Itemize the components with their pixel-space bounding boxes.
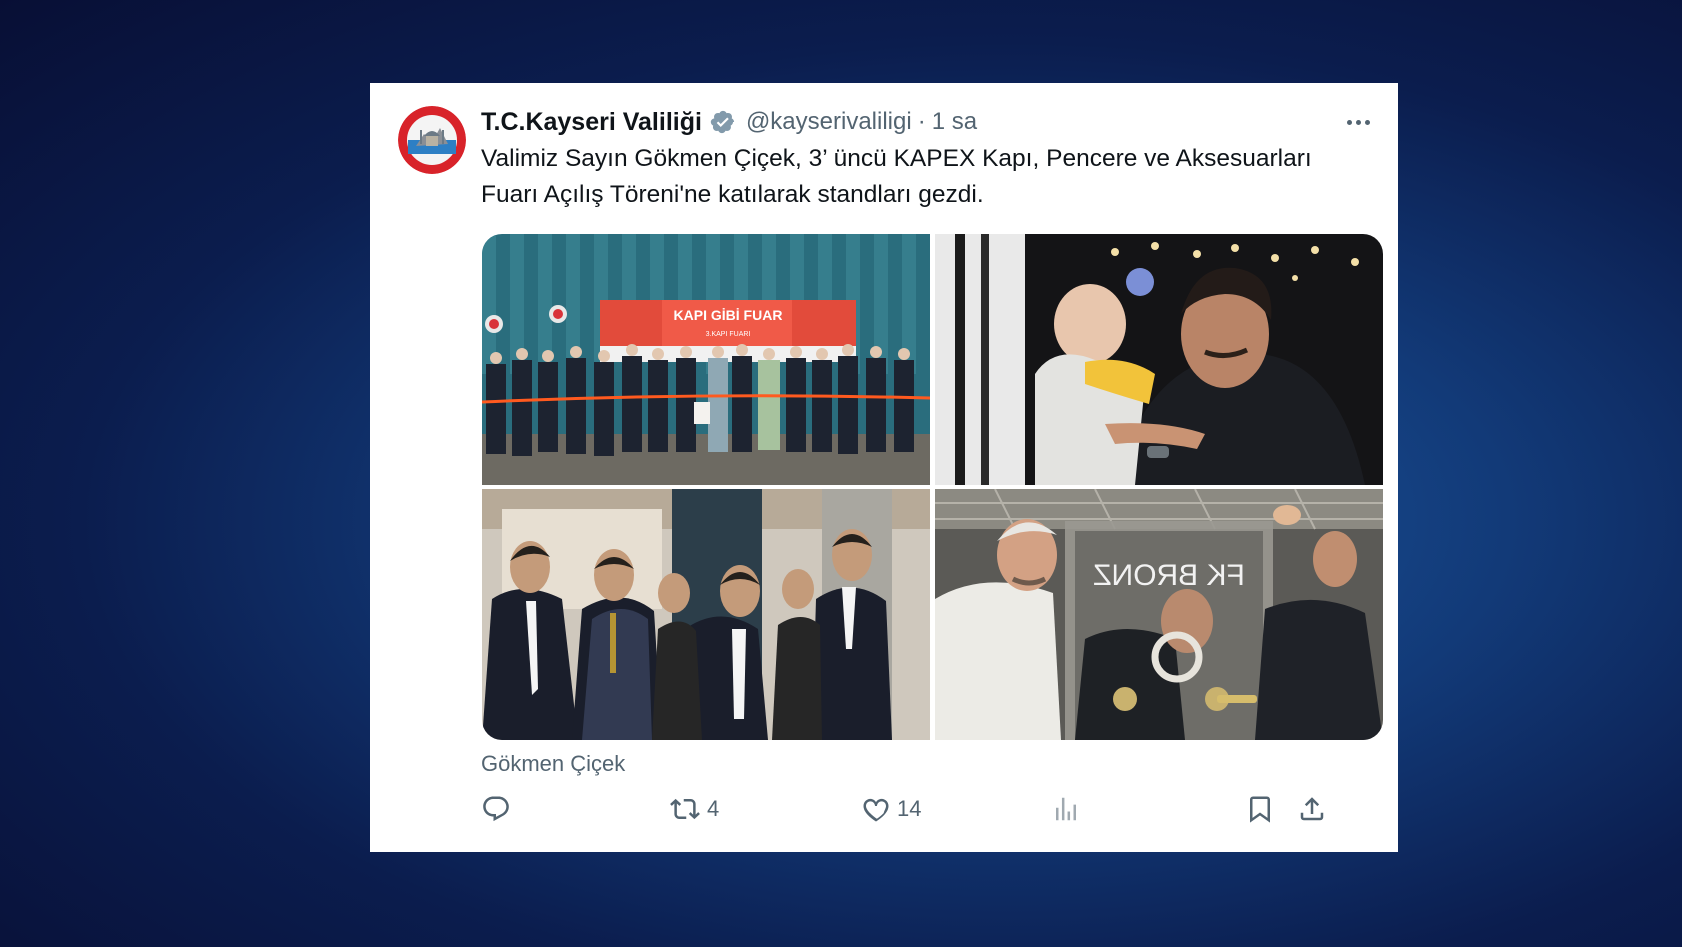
more-icon[interactable] bbox=[1338, 103, 1378, 141]
avatar[interactable] bbox=[398, 106, 466, 174]
separator-dot: · bbox=[917, 108, 926, 135]
tweet-text-line: Valimiz Sayın Gökmen Çiçek, 3’ üncü KAPE… bbox=[481, 145, 1312, 172]
plaque-text: FK BRONZ bbox=[1093, 559, 1245, 592]
reply-button[interactable] bbox=[481, 787, 517, 831]
share-button[interactable] bbox=[1297, 787, 1327, 831]
views-button[interactable] bbox=[1051, 787, 1087, 831]
tweet-text: Valimiz Sayın Gökmen Çiçek, 3’ üncü KAPE… bbox=[481, 141, 1381, 213]
action-bar: 4 14 bbox=[481, 787, 1385, 831]
bookmark-button[interactable] bbox=[1245, 787, 1275, 831]
views-icon bbox=[1051, 794, 1081, 824]
tweet-text-line: Fuarı Açılış Töreni'ne katılarak standla… bbox=[481, 181, 984, 208]
retweet-button[interactable]: 4 bbox=[669, 787, 719, 831]
handle[interactable]: @kayserivaliligi bbox=[746, 108, 912, 136]
avatar-logo bbox=[398, 106, 466, 174]
media-caption[interactable]: Gökmen Çiçek bbox=[481, 751, 625, 777]
media-photo-group-suits[interactable] bbox=[482, 489, 930, 740]
like-button[interactable]: 14 bbox=[861, 787, 921, 831]
retweet-icon bbox=[669, 794, 701, 824]
banner-text: KAPI GİBİ FUAR bbox=[674, 307, 783, 323]
media-grid: KAPI GİBİ FUAR 3.KAPI FUARI FK BRONZ bbox=[482, 234, 1383, 740]
media-photo-ribbon-cutting[interactable]: KAPI GİBİ FUAR 3.KAPI FUARI bbox=[482, 234, 930, 485]
bookmark-icon bbox=[1245, 794, 1275, 824]
timestamp[interactable]: 1 sa bbox=[932, 108, 977, 136]
tweet-header: T.C.Kayseri Valiliği @kayserivaliligi · … bbox=[481, 103, 1378, 141]
display-name[interactable]: T.C.Kayseri Valiliği bbox=[481, 108, 702, 137]
share-icon bbox=[1297, 794, 1327, 824]
retweet-count: 4 bbox=[707, 796, 720, 821]
like-count: 14 bbox=[897, 796, 922, 821]
verified-badge-icon bbox=[710, 109, 736, 135]
media-photo-man-with-baby[interactable] bbox=[935, 234, 1383, 485]
tweet-card[interactable]: T.C.Kayseri Valiliği @kayserivaliligi · … bbox=[370, 83, 1398, 852]
like-icon bbox=[861, 794, 891, 824]
media-photo-bronze-plaque[interactable]: FK BRONZ bbox=[935, 489, 1383, 740]
reply-icon bbox=[481, 794, 511, 824]
banner-subtext: 3.KAPI FUARI bbox=[706, 331, 751, 338]
